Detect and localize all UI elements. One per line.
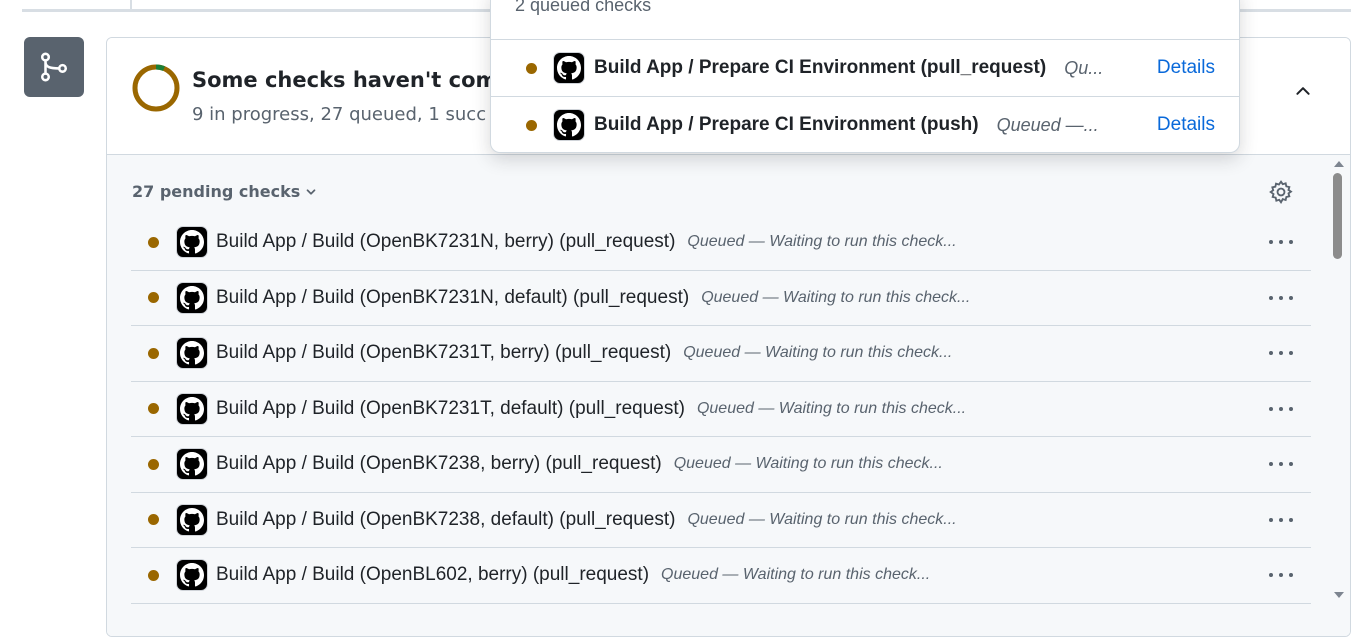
- queued-status-dot-icon: [526, 119, 537, 131]
- checks-list-panel: 27 pending checks Build App / Build (Ope…: [107, 155, 1350, 636]
- github-logo-icon: [176, 226, 208, 259]
- queued-status-dot-icon: [148, 236, 159, 248]
- details-link[interactable]: Details: [1157, 57, 1215, 79]
- check-row[interactable]: Build App / Build (OpenBK7231N, berry) (…: [131, 215, 1311, 271]
- check-row[interactable]: Build App / Build (OpenBK7231T, default)…: [131, 382, 1311, 437]
- check-status: Queued — Waiting to run this check...: [683, 344, 953, 362]
- checks-scrollbar[interactable]: [1328, 155, 1350, 636]
- details-link[interactable]: Details: [1157, 114, 1215, 136]
- gear-icon: [1269, 180, 1293, 205]
- check-row[interactable]: Build App / Build (OpenBK7231T, berry) (…: [131, 326, 1311, 382]
- popover-check-status: Queued —...: [996, 114, 1099, 135]
- queued-status-dot-icon: [148, 458, 159, 470]
- merge-status-badge: [24, 37, 84, 97]
- popover-check-name: Build App / Prepare CI Environment (push…: [594, 114, 979, 135]
- scroll-down-arrow-icon[interactable]: [1334, 592, 1344, 598]
- queued-status-dot-icon: [148, 514, 159, 526]
- checks-progress-ring-icon: [132, 64, 180, 112]
- check-name: Build App / Build (OpenBK7231N, berry) (…: [216, 231, 676, 253]
- check-status: Queued — Waiting to run this check...: [687, 233, 957, 251]
- pending-checks-toggle[interactable]: 27 pending checks: [132, 182, 318, 201]
- queued-status-dot-icon: [148, 347, 159, 359]
- check-name: Build App / Build (OpenBL602, berry) (pu…: [216, 564, 650, 586]
- popover-check-row[interactable]: Build App / Prepare CI Environment (pull…: [491, 39, 1239, 96]
- queued-status-dot-icon: [148, 292, 159, 304]
- pending-checks-list: Build App / Build (OpenBK7231N, berry) (…: [131, 215, 1311, 604]
- check-status: Queued — Waiting to run this check...: [696, 399, 967, 417]
- timeline-divider: [130, 0, 132, 10]
- check-name: Build App / Build (OpenBK7231T, default)…: [216, 397, 685, 419]
- queued-checks-popover: 2 queued checks Build App / Prepare CI E…: [490, 0, 1240, 153]
- queued-status-dot-icon: [526, 62, 537, 74]
- git-merge-icon: [40, 52, 68, 82]
- check-status: Queued — Waiting to run this check...: [673, 455, 943, 473]
- check-name: Build App / Build (OpenBK7238, default) …: [216, 508, 676, 530]
- check-row[interactable]: Build App / Build (OpenBK7238, berry) (p…: [131, 437, 1311, 493]
- kebab-horizontal-icon[interactable]: [1267, 565, 1295, 585]
- kebab-horizontal-icon[interactable]: [1267, 232, 1295, 252]
- github-logo-icon: [176, 392, 208, 425]
- github-logo-icon: [176, 503, 208, 536]
- popover-check-name: Build App / Prepare CI Environment (pull…: [594, 57, 1047, 78]
- check-row[interactable]: Build App / Build (OpenBK7238, default) …: [131, 493, 1311, 548]
- scrollbar-thumb[interactable]: [1333, 173, 1342, 259]
- check-status: Queued — Waiting to run this check...: [687, 510, 957, 528]
- chevron-up-icon: [1296, 87, 1310, 95]
- popover-header: 2 queued checks: [515, 0, 652, 15]
- scroll-up-arrow-icon[interactable]: [1334, 161, 1344, 167]
- chevron-down-icon: [306, 188, 316, 195]
- queued-status-dot-icon: [148, 569, 159, 581]
- check-row[interactable]: Build App / Build (OpenBL602, berry) (pu…: [131, 548, 1311, 604]
- checks-status-title: Some checks haven't compl: [192, 68, 520, 92]
- popover-check-row[interactable]: Build App / Prepare CI Environment (push…: [491, 96, 1239, 153]
- check-name: Build App / Build (OpenBK7231N, default)…: [216, 286, 690, 308]
- github-logo-icon: [176, 337, 208, 370]
- popover-check-status: Qu...: [1064, 57, 1104, 78]
- kebab-horizontal-icon[interactable]: [1267, 454, 1295, 474]
- kebab-horizontal-icon[interactable]: [1267, 510, 1295, 530]
- kebab-horizontal-icon[interactable]: [1267, 399, 1295, 419]
- checks-settings-button[interactable]: [1268, 179, 1294, 205]
- kebab-horizontal-icon[interactable]: [1267, 343, 1295, 363]
- pending-checks-label: 27 pending checks: [132, 182, 301, 201]
- check-status: Queued — Waiting to run this check...: [701, 288, 971, 306]
- check-row[interactable]: Build App / Build (OpenBK7231N, default)…: [131, 271, 1311, 326]
- collapse-checks-button[interactable]: [1292, 80, 1314, 102]
- check-name: Build App / Build (OpenBK7238, berry) (p…: [216, 453, 662, 475]
- github-logo-icon: [176, 281, 208, 314]
- check-status: Queued — Waiting to run this check...: [661, 566, 931, 584]
- kebab-horizontal-icon[interactable]: [1267, 288, 1295, 308]
- queued-status-dot-icon: [148, 403, 159, 415]
- checks-status-summary: 9 in progress, 27 queued, 1 succ: [192, 104, 487, 125]
- github-logo-icon: [176, 559, 208, 592]
- check-name: Build App / Build (OpenBK7231T, berry) (…: [216, 342, 672, 364]
- github-logo-icon: [553, 109, 585, 141]
- github-logo-icon: [176, 448, 208, 481]
- github-logo-icon: [553, 52, 585, 84]
